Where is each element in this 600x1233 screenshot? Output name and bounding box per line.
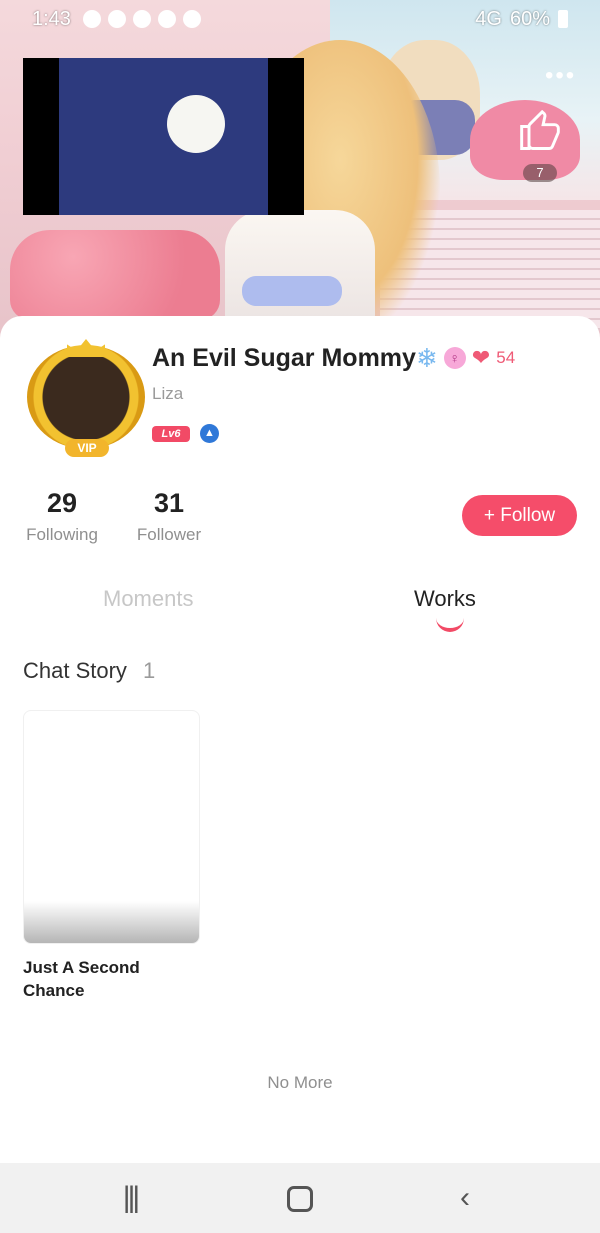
status-right: 4G 60% — [475, 8, 568, 31]
story-cover[interactable] — [23, 710, 200, 944]
play-icon — [157, 10, 176, 28]
tab-moments[interactable]: Moments — [103, 586, 193, 612]
profile-badges: ❄ ♀ ❤ 54 — [416, 343, 515, 373]
following-count: 29 — [46, 488, 78, 518]
follower-count: 31 — [153, 488, 185, 518]
level-badge: Lv6 — [152, 426, 190, 442]
heart-count: 54 — [496, 348, 516, 367]
facebook-icon — [107, 10, 126, 28]
hearts-icon: ❤ — [471, 345, 491, 370]
more-dots-icon[interactable]: ••• — [545, 62, 576, 90]
network-label: 4G — [475, 7, 502, 30]
battery-icon — [558, 10, 568, 28]
battery-label: 60% — [509, 7, 550, 30]
vip-badge: VIP — [65, 439, 109, 457]
facebook-icon — [132, 10, 151, 28]
following-stat[interactable]: 29 Following — [22, 488, 102, 545]
avatar[interactable]: VIP — [27, 339, 145, 463]
status-bar: 1:43 4G 60% — [0, 0, 600, 38]
system-nav-bar: ||| ‹ — [0, 1163, 600, 1233]
play-icon — [182, 10, 201, 28]
pip-video-overlay[interactable] — [23, 58, 304, 215]
back-icon[interactable]: ‹ — [440, 1163, 490, 1233]
pip-video-screen — [59, 58, 268, 215]
banner-character-bow — [242, 276, 342, 306]
like-count: 7 — [523, 164, 557, 182]
follow-button[interactable]: + Follow — [462, 495, 577, 536]
play-icon — [82, 10, 101, 28]
follower-stat[interactable]: 31 Follower — [132, 488, 206, 545]
banner-stool — [10, 230, 220, 320]
profile-name: An Evil Sugar Mommy — [152, 344, 416, 372]
thumbs-up-icon-svg — [520, 109, 560, 150]
section-count: 1 — [143, 658, 156, 683]
verified-shield-icon: ▲ — [200, 424, 219, 443]
snowflake-icon: ❄ — [416, 343, 438, 373]
home-icon[interactable] — [282, 1163, 318, 1233]
avatar-frame — [27, 345, 145, 449]
home-icon-shape — [287, 1186, 313, 1213]
follower-label: Follower — [136, 525, 202, 544]
thumbs-up-icon[interactable] — [516, 109, 564, 160]
section-title: Chat Story — [23, 658, 127, 683]
pip-video-moon — [167, 95, 225, 153]
story-title[interactable]: Just A Second Chance — [23, 956, 203, 1002]
gender-female-icon: ♀ — [443, 347, 466, 369]
tab-works[interactable]: Works — [414, 586, 476, 612]
status-time: 1:43 — [32, 7, 71, 30]
recent-apps-icon[interactable]: ||| — [100, 1163, 160, 1233]
notification-icons — [82, 10, 201, 28]
profile-username: Liza — [152, 384, 184, 403]
no-more-label: No More — [267, 1073, 333, 1092]
following-label: Following — [26, 525, 98, 544]
